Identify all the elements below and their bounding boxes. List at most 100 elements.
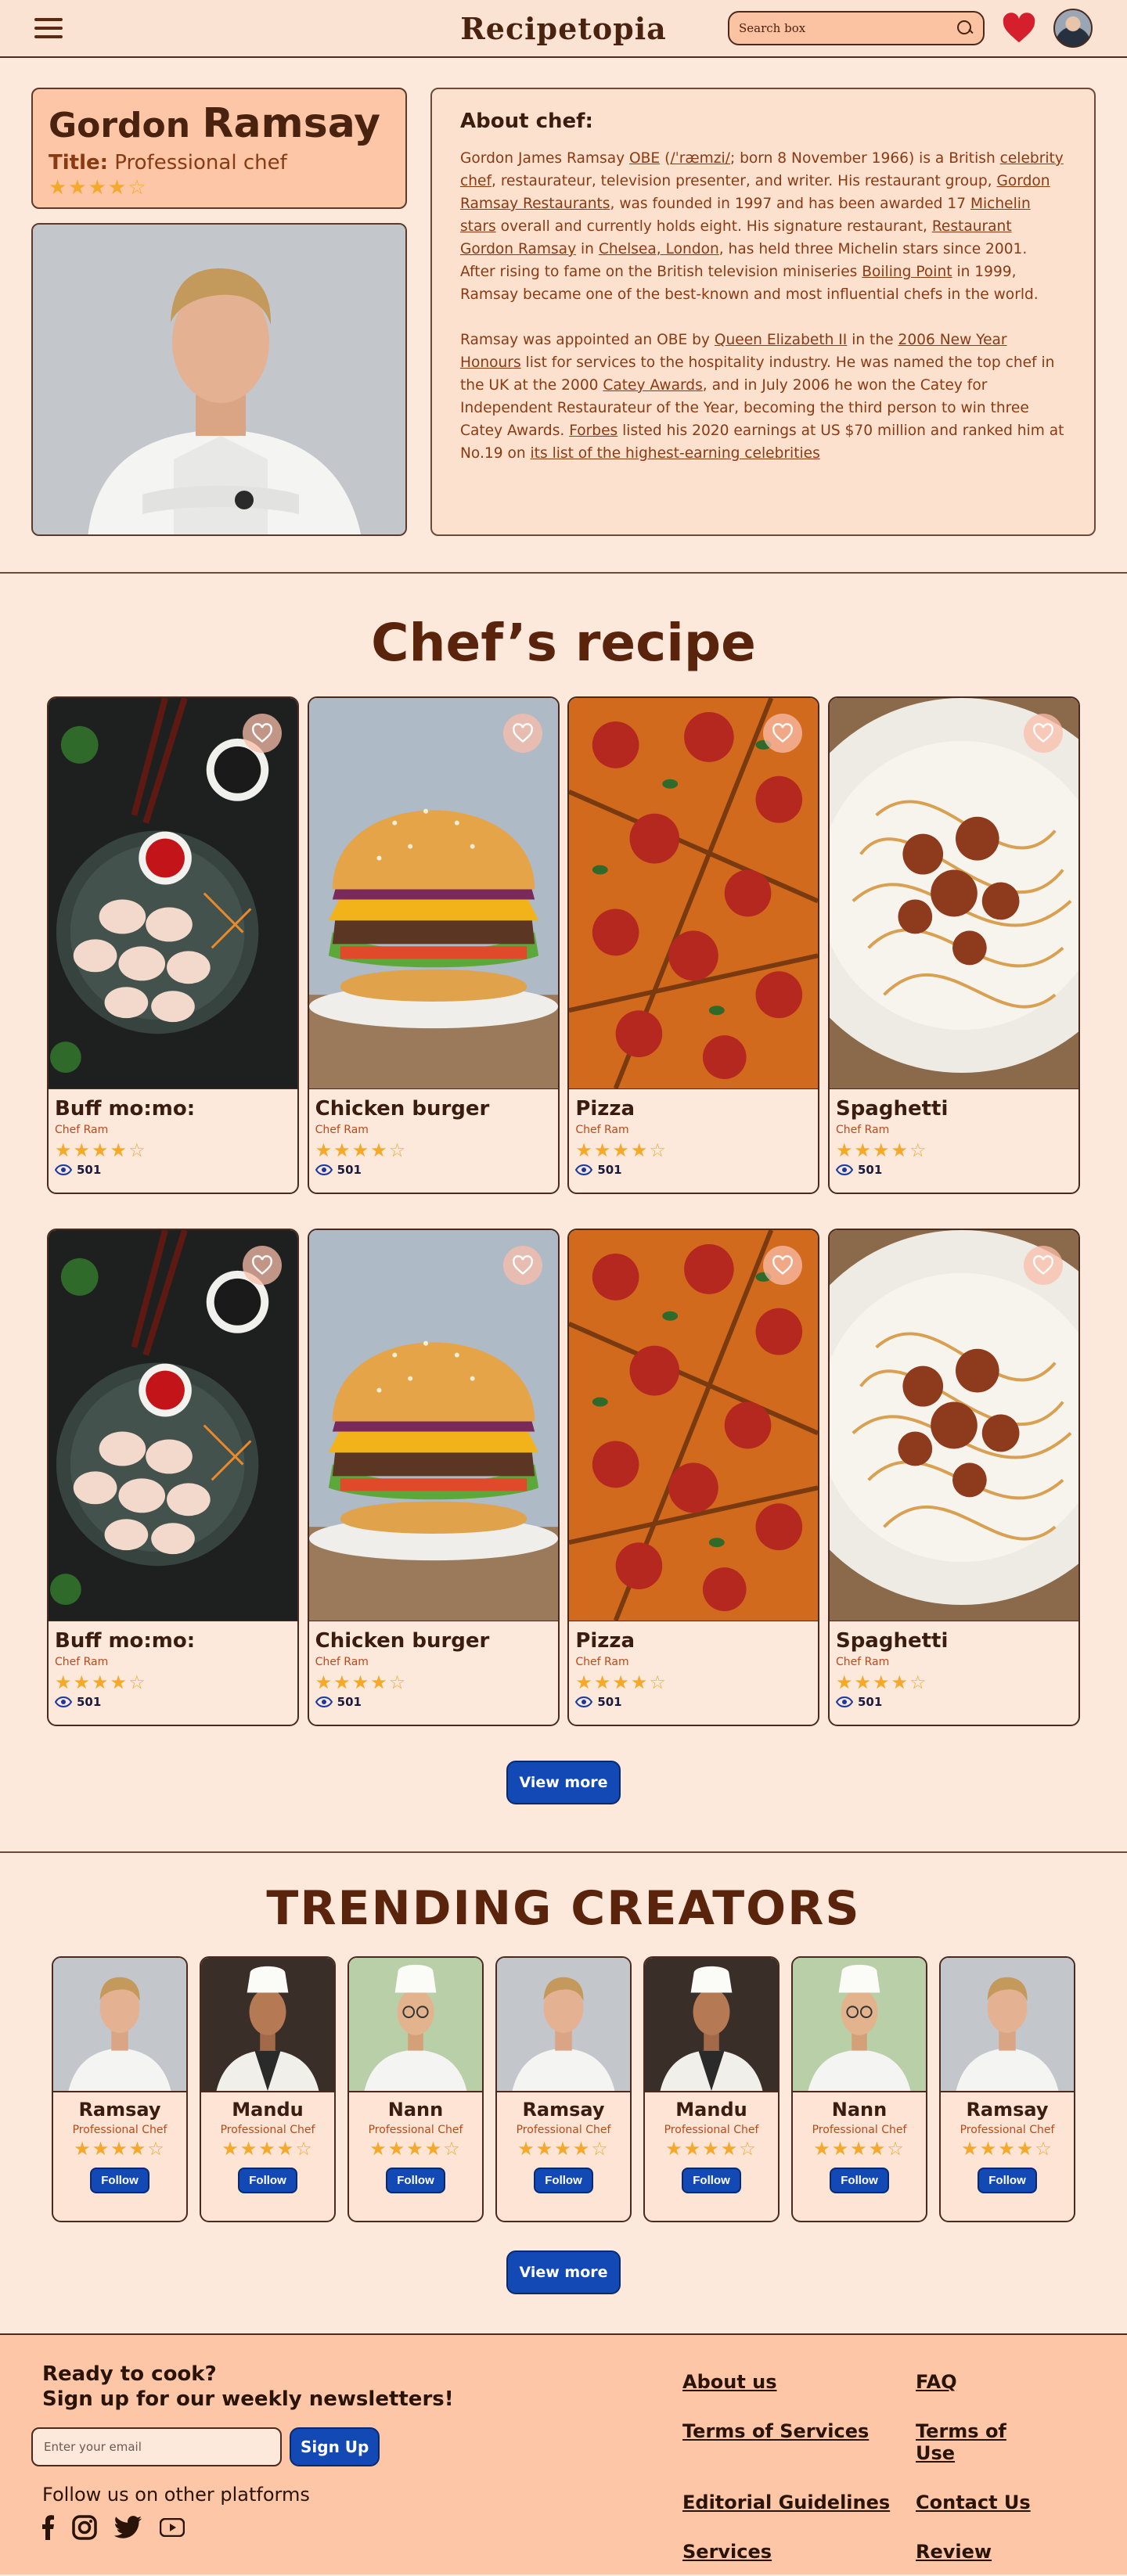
link-signature-restaurant[interactable]: Restaurant Gordon Ramsay [460,218,1012,257]
link-forbes[interactable]: Forbes [569,423,618,439]
link-pronunciation[interactable]: /ˈræmzi/ [670,150,730,167]
footer-link-terms-services[interactable]: Terms of Services [682,2420,916,2476]
creator-name[interactable]: Nann [793,2099,926,2121]
recipe-image[interactable] [829,698,1078,1090]
creator-photo[interactable] [349,1958,482,2093]
creator-photo[interactable] [53,1958,186,2093]
footer-link-review[interactable]: Review [916,2541,1049,2574]
footer-link-contact[interactable]: Contact Us [916,2491,1049,2525]
youtube-icon[interactable] [160,2518,185,2538]
recipe-image[interactable] [569,1230,819,1622]
chef-photo [31,223,407,537]
creator-name[interactable]: Ramsay [53,2099,186,2121]
search-icon[interactable] [956,20,974,37]
creator-grid: Ramsay Professional Chef ★★★★☆ Follow Ma… [47,1956,1080,2223]
recipe-card[interactable]: Chicken burger Chef Ram ★★★★☆ 501 [307,696,560,1195]
signup-button[interactable]: Sign Up [290,2427,380,2467]
recipe-card[interactable]: Buff mo:mo: Chef Ram ★★★★☆ 501 [47,696,299,1195]
creator-card[interactable]: Nann Professional Chef ★★★★☆ Follow [791,1956,927,2223]
view-more-creators-button[interactable]: View more [506,2250,621,2295]
footer-link-services[interactable]: Services [682,2541,916,2574]
footer-link-editorial[interactable]: Editorial Guidelines [682,2491,916,2525]
recipe-name[interactable]: Spaghetti [836,1097,1072,1121]
creator-name[interactable]: Ramsay [497,2099,630,2121]
creator-name[interactable]: Mandu [201,2099,334,2121]
footer-link-about[interactable]: About us [682,2371,916,2405]
recipe-name[interactable]: Buff mo:mo: [55,1097,291,1121]
recipe-image[interactable] [49,698,297,1090]
link-queen-elizabeth[interactable]: Queen Elizabeth II [715,332,847,348]
creator-rating-stars: ★★★★☆ [665,2138,758,2160]
user-avatar[interactable] [1053,9,1093,48]
recipe-card[interactable]: Chicken burger Chef Ram ★★★★☆ 501 [307,1229,560,1727]
eye-icon [835,1164,853,1176]
follow-button[interactable]: Follow [90,2168,149,2194]
favorite-heart-icon[interactable] [1023,714,1063,754]
brand-text[interactable]: Recipetopia [460,11,667,46]
link-chelsea-london[interactable]: Chelsea, London [599,241,719,257]
recipe-image[interactable] [829,1230,1078,1622]
recipe-card[interactable]: Spaghetti Chef Ram ★★★★☆ 501 [827,696,1080,1195]
creator-card[interactable]: Mandu Professional Chef ★★★★☆ Follow [200,1956,336,2223]
eye-icon [835,1696,853,1708]
follow-button[interactable]: Follow [238,2168,297,2194]
creator-photo[interactable] [645,1958,778,2093]
recipe-image[interactable] [308,1230,558,1622]
follow-button[interactable]: Follow [830,2168,889,2194]
creator-name[interactable]: Mandu [645,2099,778,2121]
follow-button[interactable]: Follow [682,2168,741,2194]
recipe-card[interactable]: Pizza Chef Ram ★★★★☆ 501 [567,696,820,1195]
creator-card[interactable]: Ramsay Professional Chef ★★★★☆ Follow [52,1956,188,2223]
creator-card[interactable]: Ramsay Professional Chef ★★★★☆ Follow [939,1956,1075,2223]
search-input[interactable] [739,21,956,35]
chef-name: Gordon Ramsay [49,101,390,146]
link-boiling-point[interactable]: Boiling Point [862,264,952,280]
creator-photo[interactable] [201,1958,334,2093]
twitter-icon[interactable] [114,2516,142,2539]
favorite-heart-icon[interactable] [243,1246,282,1286]
menu-icon[interactable] [34,18,63,38]
follow-button[interactable]: Follow [978,2168,1037,2194]
creator-name[interactable]: Ramsay [941,2099,1074,2121]
recipe-card[interactable]: Spaghetti Chef Ram ★★★★☆ 501 [827,1229,1080,1727]
link-restaurant-group[interactable]: Gordon Ramsay Restaurants [460,173,1050,212]
creator-photo[interactable] [497,1958,630,2093]
recipe-name[interactable]: Spaghetti [836,1629,1072,1653]
recipe-card[interactable]: Pizza Chef Ram ★★★★☆ 501 [567,1229,820,1727]
link-obe[interactable]: OBE [629,150,660,167]
favorite-heart-icon[interactable] [1023,1246,1063,1286]
facebook-icon[interactable] [42,2515,55,2541]
recipe-name[interactable]: Pizza [575,1629,812,1653]
creator-card[interactable]: Ramsay Professional Chef ★★★★☆ Follow [495,1956,632,2223]
favorite-heart-icon[interactable] [502,1246,542,1286]
email-field[interactable] [31,2427,282,2467]
link-earning-celebrities[interactable]: its list of the highest-earning celebrit… [531,445,820,462]
instagram-icon[interactable] [72,2515,97,2540]
recipe-image[interactable] [308,698,558,1090]
creator-card[interactable]: Mandu Professional Chef ★★★★☆ Follow [643,1956,780,2223]
view-more-recipes-button[interactable]: View more [506,1761,621,1805]
creator-card[interactable]: Nann Professional Chef ★★★★☆ Follow [347,1956,484,2223]
recipe-name[interactable]: Buff mo:mo: [55,1629,291,1653]
creator-name[interactable]: Nann [349,2099,482,2121]
recipe-name[interactable]: Pizza [575,1097,812,1121]
creator-photo[interactable] [793,1958,926,2093]
favorites-heart-icon[interactable] [1002,13,1036,44]
footer-link-terms-use[interactable]: Terms of Use [916,2420,1049,2476]
recipe-image[interactable] [49,1230,297,1622]
recipe-image[interactable] [569,698,819,1090]
link-celebrity-chef[interactable]: celebrity chef [460,150,1064,189]
search-box[interactable] [728,11,985,45]
creator-photo[interactable] [941,1958,1074,2093]
follow-button[interactable]: Follow [386,2168,445,2194]
recipe-card[interactable]: Buff mo:mo: Chef Ram ★★★★☆ 501 [47,1229,299,1727]
about-paragraph-2: Ramsay was appointed an OBE by Queen Eli… [460,332,1064,462]
link-catey-awards[interactable]: Catey Awards [603,377,702,394]
follow-button[interactable]: Follow [534,2168,593,2194]
recipe-name[interactable]: Chicken burger [315,1629,552,1653]
favorite-heart-icon[interactable] [243,714,282,754]
recipe-name[interactable]: Chicken burger [315,1097,552,1121]
footer-link-faq[interactable]: FAQ [916,2371,1049,2405]
recipes-section-title: Chef’s recipe [371,613,756,674]
favorite-heart-icon[interactable] [502,714,542,754]
